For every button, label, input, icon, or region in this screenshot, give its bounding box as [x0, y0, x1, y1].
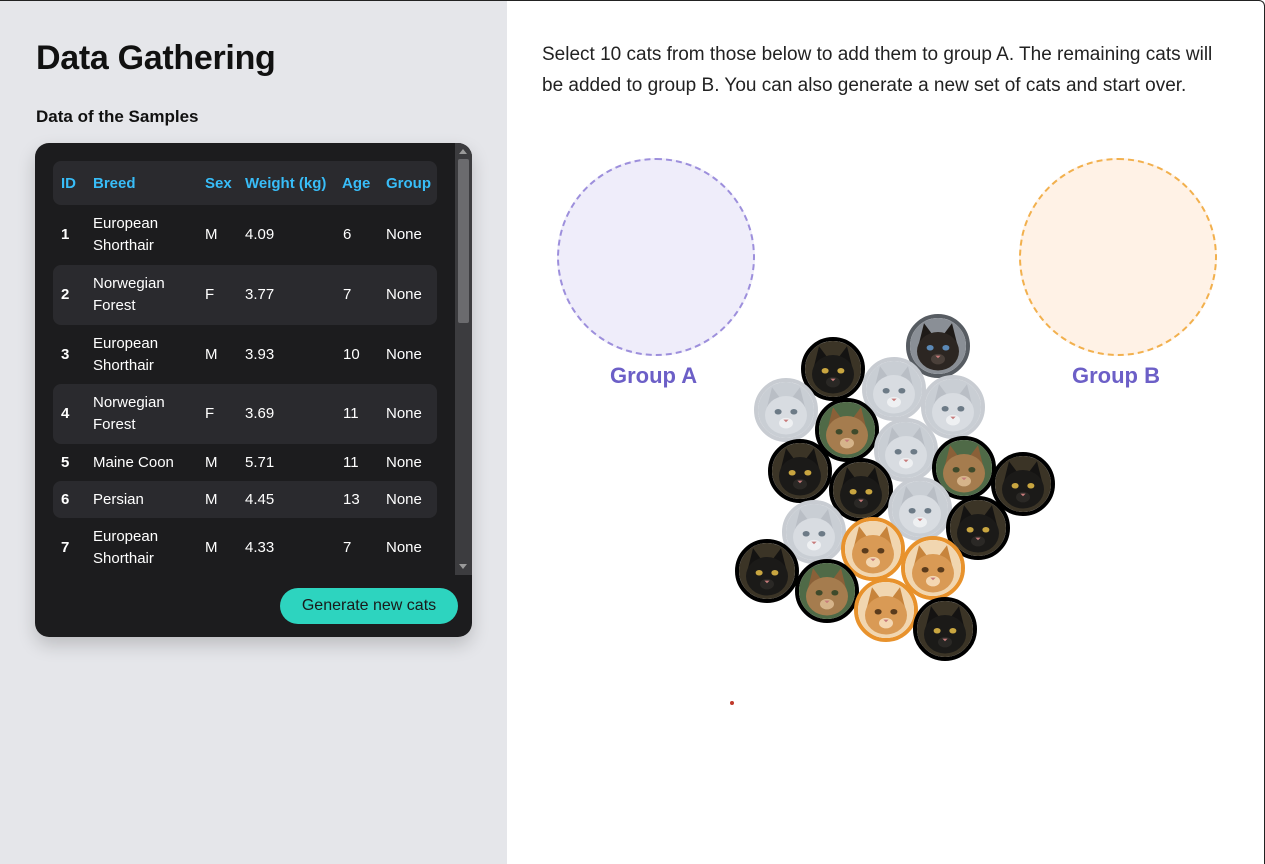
cell-sex: M [205, 453, 218, 471]
table-scrollbar[interactable] [455, 143, 472, 575]
cell-breed: European Shorthair [93, 528, 159, 567]
cell-age: 7 [343, 539, 352, 556]
group-b-drop-zone[interactable] [1019, 158, 1217, 356]
cell-age: 6 [343, 226, 352, 243]
cell-id: 6 [61, 490, 70, 508]
instructions-text: Select 10 cats from those below to add t… [542, 44, 1213, 96]
cell-age: 11 [343, 405, 359, 422]
cell-id: 7 [61, 539, 70, 556]
cell-breed: European Shorthair [93, 215, 159, 254]
cell-group: None [386, 453, 422, 471]
header-sex: Sex [205, 175, 232, 192]
cat-avatar-tabby[interactable] [795, 559, 859, 623]
scroll-down-icon[interactable] [459, 564, 467, 569]
cell-weight: 3.93 [245, 345, 275, 363]
samples-table[interactable]: ID Breed Sex Weight (kg) Age Group 1 Eur… [53, 161, 437, 576]
cell-sex: M [205, 345, 218, 363]
cell-sex: M [205, 226, 218, 243]
cell-id: 2 [61, 286, 70, 303]
cell-id: 3 [61, 345, 70, 363]
table-row: 7 European Shorthair M 4.33 7 None [53, 518, 437, 576]
app-window: Data Gathering Data of the Samples ID Br… [0, 0, 1265, 864]
cell-group: None [386, 405, 422, 422]
cell-breed: Norwegian Forest [93, 394, 165, 433]
cell-weight: 3.77 [245, 286, 275, 303]
main-area: Select 10 cats from those below to add t… [507, 1, 1264, 864]
page-title: Data Gathering [36, 39, 276, 77]
cell-age: 13 [343, 490, 360, 508]
group-b-label: Group B [1072, 363, 1160, 388]
cell-age: 11 [343, 453, 359, 471]
section-subtitle: Data of the Samples [36, 107, 199, 126]
cell-weight: 4.33 [245, 539, 275, 556]
cell-id: 4 [61, 405, 70, 422]
sidebar: Data Gathering Data of the Samples ID Br… [0, 1, 507, 864]
group-a-label: Group A [610, 363, 698, 388]
cell-group: None [386, 286, 422, 303]
cell-id: 5 [61, 453, 70, 471]
header-age: Age [342, 175, 371, 192]
cell-group: None [386, 490, 422, 508]
table-row: 2 Norwegian Forest F 3.77 7 None [53, 265, 437, 325]
cell-breed: Norwegian Forest [93, 275, 165, 314]
cell-sex: F [205, 405, 215, 422]
cell-sex: M [205, 490, 218, 508]
table-row: 1 European Shorthair M 4.09 6 None [53, 205, 437, 265]
generate-new-cats-button[interactable]: Generate new cats [280, 588, 458, 624]
cell-weight: 4.45 [245, 490, 275, 508]
cell-breed: European Shorthair [93, 334, 159, 374]
table-row: 5 Maine Coon M 5.71 11 None [53, 444, 437, 481]
header-weight: Weight (kg) [245, 175, 327, 192]
cat-avatar-black[interactable] [735, 539, 799, 603]
table-header: ID Breed Sex Weight (kg) Age Group [53, 161, 437, 205]
cell-age: 7 [343, 286, 352, 303]
scroll-thumb[interactable] [458, 159, 469, 323]
cell-weight: 4.09 [245, 226, 275, 243]
cat-avatar-persian[interactable] [754, 378, 818, 442]
cell-age: 10 [343, 345, 360, 363]
samples-panel: ID Breed Sex Weight (kg) Age Group 1 Eur… [35, 143, 472, 637]
cell-breed: Persian [93, 490, 144, 508]
scroll-up-icon[interactable] [459, 149, 467, 154]
cell-weight: 3.69 [245, 405, 275, 422]
cell-weight: 5.71 [245, 453, 275, 471]
header-group: Group [386, 175, 431, 192]
table-row: 3 European Shorthair M 3.93 10 None [53, 325, 437, 384]
cell-sex: M [205, 539, 218, 556]
cell-group: None [386, 226, 422, 243]
table-row: 4 Norwegian Forest F 3.69 11 None [53, 384, 437, 444]
cat-avatar-ginger[interactable] [854, 578, 918, 642]
table-row: 6 Persian M 4.45 13 None [53, 481, 437, 518]
group-a-drop-zone[interactable] [557, 158, 755, 356]
cursor-dot [730, 701, 734, 705]
cell-breed: Maine Coon [93, 453, 174, 471]
cell-group: None [386, 345, 422, 363]
cell-sex: F [205, 286, 215, 303]
header-id: ID [61, 175, 76, 192]
cat-avatar-black[interactable] [913, 597, 977, 661]
cell-id: 1 [61, 226, 70, 243]
cell-group: None [386, 539, 422, 556]
header-breed: Breed [93, 175, 136, 192]
cat-avatar-black[interactable] [768, 439, 832, 503]
